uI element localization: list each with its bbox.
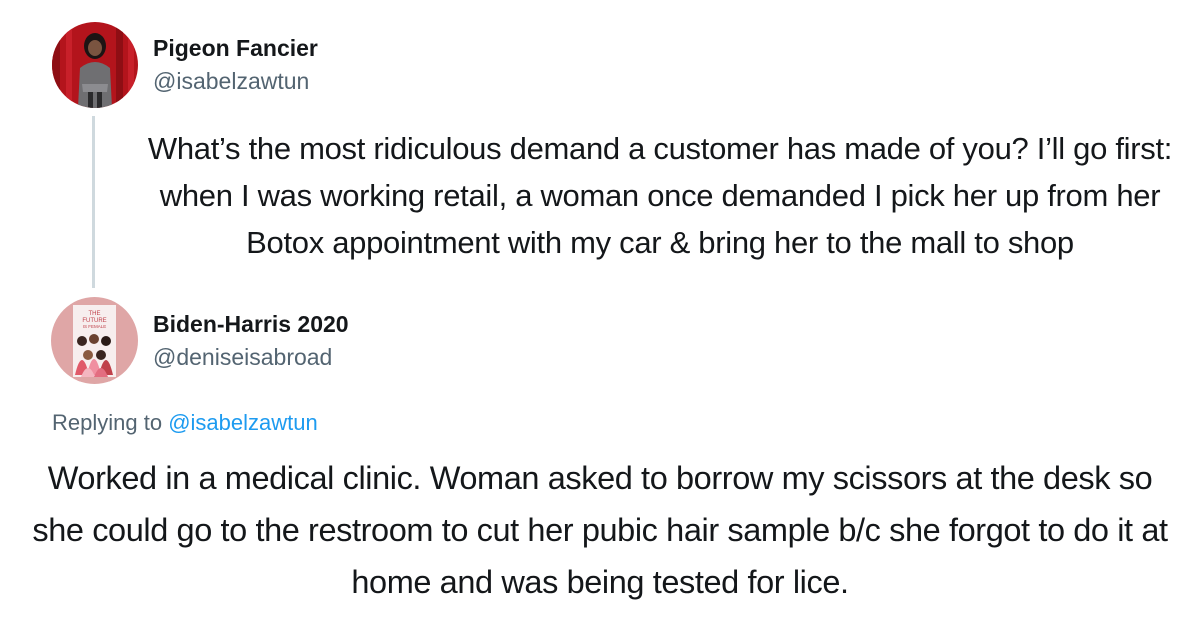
replying-to-line: Replying to @isabelzawtun: [52, 410, 318, 436]
avatar-deniseisabroad[interactable]: THE FUTURE IS FEMALE: [51, 297, 138, 384]
display-name[interactable]: Biden-Harris 2020: [153, 311, 349, 338]
avatar-text-the: THE: [89, 311, 101, 317]
avatar-text-is-female: IS FEMALE: [83, 324, 107, 329]
user-handle[interactable]: @deniseisabroad: [153, 344, 332, 371]
future-is-female-poster-icon: THE FUTURE IS FEMALE: [51, 297, 138, 384]
avatar-isabelzawtun[interactable]: [52, 22, 138, 108]
replying-to-label: Replying to: [52, 410, 163, 435]
profile-photo-icon: [52, 22, 138, 108]
thread-connector-line: [92, 116, 95, 288]
display-name[interactable]: Pigeon Fancier: [153, 35, 318, 62]
tweet-text: What’s the most ridiculous demand a cust…: [147, 131, 1173, 260]
user-handle[interactable]: @isabelzawtun: [153, 68, 309, 95]
reply-tweet-text: Worked in a medical clinic. Woman asked …: [32, 460, 1168, 600]
replying-to-mention-link[interactable]: @isabelzawtun: [168, 410, 318, 435]
